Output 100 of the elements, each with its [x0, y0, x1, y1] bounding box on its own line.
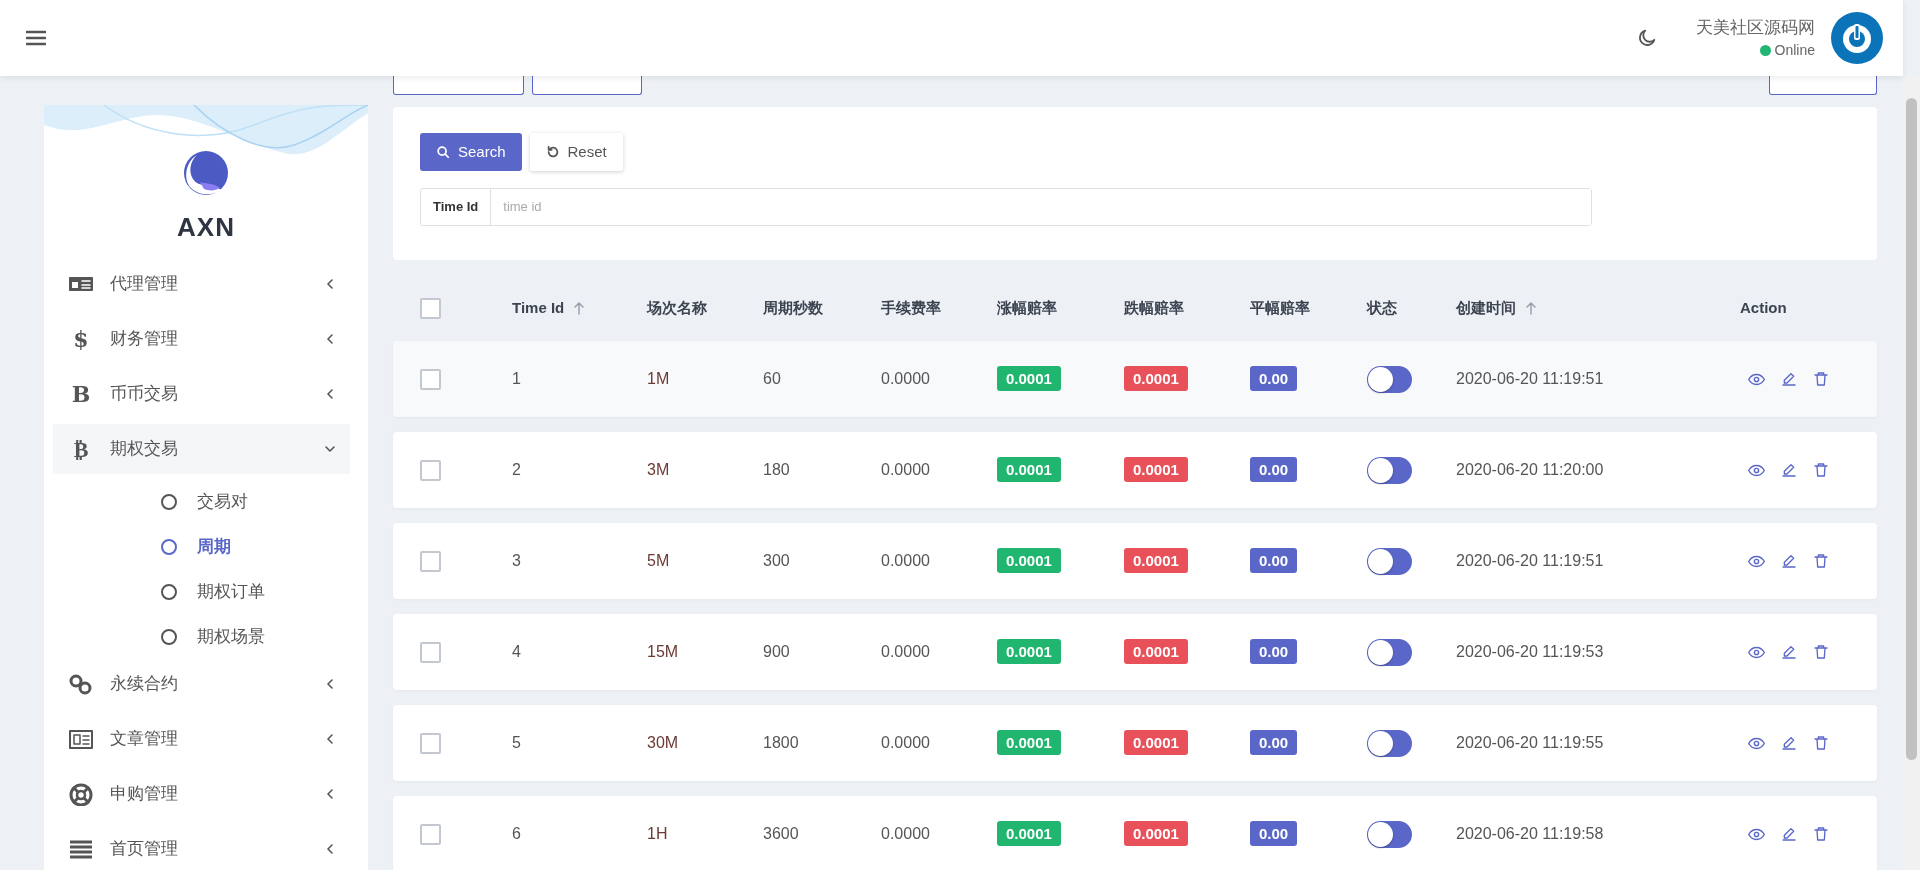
- status-toggle[interactable]: [1367, 365, 1412, 393]
- submenu-item[interactable]: 交易对: [44, 479, 368, 524]
- table-cell: 3600: [763, 825, 799, 842]
- status-toggle[interactable]: [1367, 638, 1412, 666]
- submenu-item[interactable]: 期权订单: [44, 569, 368, 614]
- column-header[interactable]: 手续费率: [881, 296, 941, 320]
- table-cell: 1M: [647, 370, 670, 387]
- edit-icon[interactable]: [1781, 371, 1797, 387]
- rate-tag: 0.0001: [1124, 821, 1188, 846]
- rate-tag: 0.0001: [997, 730, 1061, 755]
- rate-tag: 0.0001: [997, 548, 1061, 573]
- edit-icon[interactable]: [1781, 462, 1797, 478]
- time-id-field[interactable]: Time Id time id: [420, 188, 1592, 226]
- column-header[interactable]: 场次名称: [647, 296, 707, 320]
- refresh-button[interactable]: [393, 76, 524, 95]
- table-cell: 0.0000: [881, 825, 930, 842]
- trash-icon[interactable]: [1813, 553, 1829, 569]
- sidebar-item[interactable]: B 币币交易: [53, 369, 350, 419]
- column-header[interactable]: 跌幅赔率: [1124, 296, 1184, 320]
- table-cell: 15M: [647, 643, 679, 660]
- search-button[interactable]: Search: [420, 133, 522, 171]
- chevron-down-icon: [324, 443, 336, 455]
- filter-button[interactable]: [532, 76, 642, 95]
- circle-icon: [161, 493, 177, 510]
- chevron-left-icon: [324, 278, 336, 290]
- column-header[interactable]: 创建时间: [1456, 296, 1516, 320]
- trash-icon[interactable]: [1813, 371, 1829, 387]
- table-cell: 1800: [763, 734, 799, 751]
- status-toggle[interactable]: [1367, 820, 1412, 848]
- table-cell: 900: [763, 643, 790, 660]
- trash-icon[interactable]: [1813, 462, 1829, 478]
- submenu-item[interactable]: 期权场景: [44, 614, 368, 659]
- menu-glyph: ₿: [72, 434, 90, 464]
- edit-icon[interactable]: [1781, 826, 1797, 842]
- sidebar-item[interactable]: 申购管理: [53, 769, 350, 819]
- table-cell: 0.0000: [881, 643, 930, 660]
- rate-tag: 0.0001: [997, 821, 1061, 846]
- reset-button[interactable]: Reset: [529, 133, 623, 171]
- row-checkbox[interactable]: [420, 732, 441, 754]
- status-toggle[interactable]: [1367, 729, 1412, 757]
- row-checkbox[interactable]: [420, 550, 441, 572]
- column-header[interactable]: Action: [1740, 296, 1787, 320]
- circle-icon: [161, 583, 177, 600]
- row-checkbox[interactable]: [420, 641, 441, 663]
- table-cell: 4: [512, 643, 521, 660]
- edit-icon[interactable]: [1781, 644, 1797, 660]
- menu-label: 期权交易: [110, 438, 179, 461]
- user-name: 天美社区源码网: [1696, 16, 1815, 39]
- trash-icon[interactable]: [1813, 826, 1829, 842]
- search-icon: [436, 145, 450, 159]
- column-header[interactable]: 涨幅赔率: [997, 296, 1057, 320]
- menu-label: 文章管理: [110, 728, 179, 751]
- sidebar-item[interactable]: 首页管理: [53, 824, 350, 870]
- table-cell: 30M: [647, 734, 679, 751]
- rate-tag: 0.0001: [1124, 366, 1188, 391]
- sidebar-item[interactable]: 文章管理: [53, 714, 350, 764]
- table-cell: 3: [512, 552, 521, 569]
- edit-icon[interactable]: [1781, 735, 1797, 751]
- rate-tag: 0.00: [1250, 730, 1298, 755]
- status-toggle[interactable]: [1367, 547, 1412, 575]
- rate-tag: 0.0001: [997, 366, 1061, 391]
- select-all-checkbox[interactable]: [420, 297, 441, 319]
- scrollbar[interactable]: [1903, 76, 1920, 870]
- menu-glyph: B: [70, 379, 92, 409]
- column-header[interactable]: 状态: [1367, 296, 1397, 320]
- status-toggle[interactable]: [1367, 456, 1412, 484]
- table-cell: 60: [763, 370, 781, 387]
- row-checkbox[interactable]: [420, 368, 441, 390]
- column-header[interactable]: 平幅赔率: [1250, 296, 1310, 320]
- column-header[interactable]: Time Id: [512, 296, 565, 320]
- table-cell: 2020-06-20 11:19:51: [1456, 552, 1604, 569]
- table-cell: 2020-06-20 11:19:58: [1456, 825, 1604, 842]
- trash-icon[interactable]: [1813, 735, 1829, 751]
- moon-icon[interactable]: [1636, 27, 1658, 49]
- rate-tag: 0.0001: [1124, 457, 1188, 482]
- row-checkbox[interactable]: [420, 823, 441, 845]
- trash-icon[interactable]: [1813, 644, 1829, 660]
- sidebar-item[interactable]: 代理管理: [53, 259, 350, 309]
- submenu-item[interactable]: 周期: [44, 524, 368, 569]
- table-cell: 2020-06-20 11:19:53: [1456, 643, 1604, 660]
- column-header[interactable]: 周期秒数: [763, 296, 823, 320]
- menu-icon[interactable]: [26, 30, 46, 46]
- table-cell: 5M: [647, 552, 670, 569]
- brand-name: AXN: [177, 211, 235, 244]
- reset-icon: [545, 145, 560, 159]
- edit-icon[interactable]: [1781, 553, 1797, 569]
- row-checkbox[interactable]: [420, 459, 441, 481]
- chevron-left-icon: [324, 733, 336, 745]
- avatar-icon[interactable]: [1831, 12, 1883, 64]
- circle-icon: [161, 628, 177, 645]
- table-cell: 0.0000: [881, 552, 930, 569]
- sidebar-item[interactable]: 永续合约: [53, 659, 350, 709]
- menu-glyph: $: [72, 324, 90, 354]
- menu-label: 财务管理: [110, 328, 179, 351]
- new-button[interactable]: [1769, 76, 1877, 95]
- sidebar-item[interactable]: ₿ 期权交易: [53, 424, 350, 474]
- sidebar-item[interactable]: $ 财务管理: [53, 314, 350, 364]
- rate-tag: 0.0001: [1124, 730, 1188, 755]
- menu-label: 永续合约: [110, 673, 179, 696]
- chevron-left-icon: [324, 388, 336, 400]
